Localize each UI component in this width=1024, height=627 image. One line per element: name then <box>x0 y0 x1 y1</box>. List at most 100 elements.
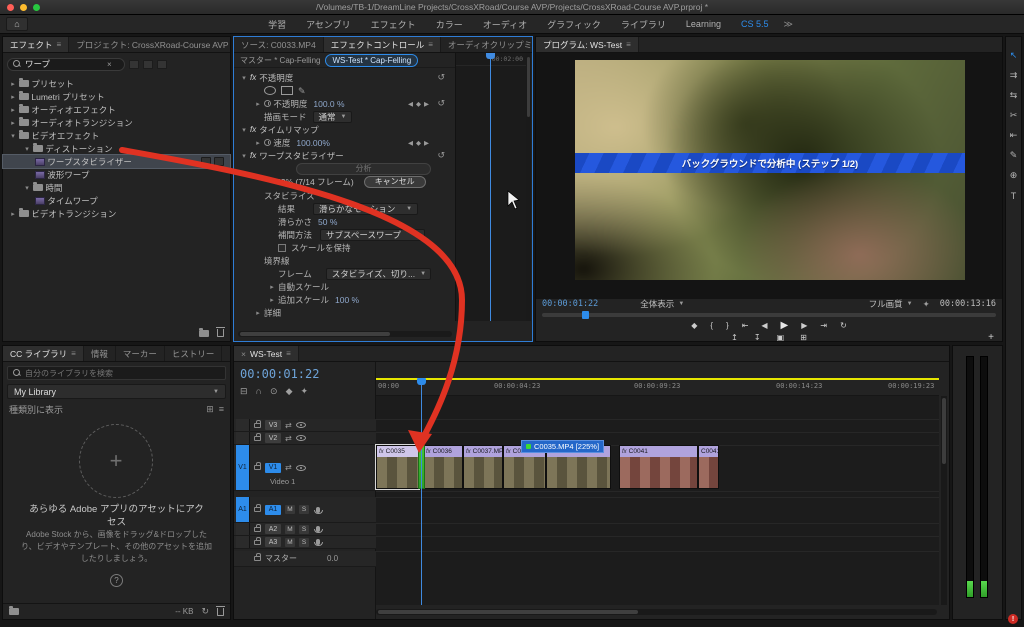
sync-lock-icon[interactable]: ⇄ <box>285 421 292 430</box>
playback-quality-dropdown[interactable]: フル画質 ▼ <box>869 298 913 310</box>
speed-property-row[interactable]: ▸ 速度 100.00% ◀ ◆ ▶ <box>234 136 455 149</box>
comparison-view-icon[interactable]: ⊞ <box>800 333 807 342</box>
toggle-animation-icon[interactable] <box>264 139 271 146</box>
settings-wrench-icon[interactable]: ✦ <box>923 299 930 310</box>
timeline-ruler[interactable]: 00:00 00:00:04:23 00:00:09:23 00:00:14:2… <box>376 362 939 396</box>
tab-markers[interactable]: マーカー <box>116 346 165 361</box>
library-search-box[interactable] <box>7 366 226 380</box>
track-lock-icon[interactable] <box>254 523 261 532</box>
tab-source-monitor[interactable]: ソース: C0033.MP4 <box>234 37 324 52</box>
track-target-a3[interactable]: A3 <box>265 537 281 547</box>
keyframe-nav[interactable]: ◀ ◆ ▶ <box>408 139 429 147</box>
tab-effect-controls[interactable]: エフェクトコントロール ≡ <box>323 37 441 52</box>
program-current-timecode[interactable]: 00:00:01:22 <box>542 299 598 309</box>
source-patch-v3[interactable] <box>236 419 250 431</box>
trash-icon[interactable] <box>216 605 225 616</box>
tab-effects[interactable]: エフェクト ≡ <box>3 37 70 52</box>
framing-dropdown[interactable]: スタビライズ、切り... ▼ <box>325 267 431 280</box>
smoothness-value[interactable]: 50 % <box>318 217 337 227</box>
tree-item-distortion[interactable]: ▾ ディストーション <box>3 142 230 155</box>
tree-item-wave-warp[interactable]: 波形ワープ <box>3 168 230 181</box>
tab-info[interactable]: 情報 <box>84 346 116 361</box>
source-patch-a1[interactable]: A1 <box>236 497 250 522</box>
track-lock-icon[interactable] <box>254 536 261 545</box>
lift-icon[interactable]: ↥ <box>731 333 738 342</box>
panel-menu-icon[interactable]: ≡ <box>57 40 62 49</box>
reset-effect-icon[interactable]: ↺ <box>437 150 445 161</box>
mute-track-button[interactable]: M <box>285 505 295 514</box>
mark-in-icon[interactable]: { <box>710 321 713 330</box>
tree-item-timewarp[interactable]: タイムワープ <box>3 194 230 207</box>
hand-tool-icon[interactable]: ⊕ <box>1007 169 1020 182</box>
panel-menu-icon[interactable]: ≡ <box>428 40 433 49</box>
toggle-animation-icon[interactable] <box>264 100 271 107</box>
list-view-icon[interactable]: ≡ <box>219 404 224 415</box>
solo-track-button[interactable]: S <box>299 524 309 534</box>
workspace-tab-graphics[interactable]: グラフィック <box>538 16 610 33</box>
twirl-right-icon[interactable]: ▸ <box>7 119 19 127</box>
autoscale-row[interactable]: ▸ 自動スケール <box>234 280 455 293</box>
sequence-clip-label[interactable]: WS-Test * Cap-Felling <box>325 53 419 67</box>
track-lock-icon[interactable] <box>254 553 261 561</box>
track-name-label[interactable]: Video 1 <box>270 477 295 486</box>
mark-out-icon[interactable]: } <box>726 321 729 330</box>
timeline-current-timecode[interactable]: 00:00:01:22 <box>240 367 319 381</box>
reset-icon[interactable]: ↺ <box>437 98 445 109</box>
source-patch-v1[interactable]: V1 <box>236 445 250 490</box>
voiceover-record-icon[interactable] <box>314 506 323 514</box>
close-window-icon[interactable] <box>7 4 14 11</box>
timeline-track-area[interactable]: fxC0035 fxC0036 fxC0037.MP fxC0038 fxC00… <box>375 396 939 605</box>
clip-c0036[interactable]: fx C0036 <box>423 445 463 489</box>
go-to-out-icon[interactable]: ⇥ <box>820 321 827 330</box>
vertical-scrollbar[interactable] <box>941 396 947 605</box>
clip-c0037[interactable]: fx C0037.MP <box>463 445 503 489</box>
tree-item-video-effects[interactable]: ▾ ビデオエフェクト <box>3 129 230 142</box>
tab-project[interactable]: プロジェクト: CrossXRoad-Course AVP <box>69 37 230 52</box>
minimize-window-icon[interactable] <box>20 4 27 11</box>
scrub-playhead[interactable] <box>582 311 589 319</box>
extract-icon[interactable]: ↧ <box>754 333 761 342</box>
mute-track-button[interactable]: M <box>285 537 295 547</box>
workspace-tab-learn[interactable]: 学習 <box>259 16 295 33</box>
effects-search-input[interactable]: × <box>7 57 125 71</box>
ellipse-mask-icon[interactable] <box>264 86 276 95</box>
track-lock-icon[interactable] <box>254 504 261 512</box>
blend-mode-dropdown[interactable]: 通常 ▼ <box>312 110 353 123</box>
track-select-forward-tool-icon[interactable]: ⇉ <box>1007 69 1020 82</box>
source-patch-v2[interactable] <box>236 432 250 444</box>
yuv-effects-filter-icon[interactable] <box>157 59 167 69</box>
extra-scale-value[interactable]: 100 % <box>335 295 359 305</box>
search-field[interactable] <box>25 59 103 69</box>
panel-menu-icon[interactable]: ≡ <box>286 349 291 358</box>
workspace-tab-libraries[interactable]: ライブラリ <box>612 16 675 33</box>
keyframe-lane[interactable]: 00:02:00 <box>455 53 526 321</box>
voiceover-record-icon[interactable] <box>314 539 323 546</box>
new-custom-bin-icon[interactable] <box>199 327 209 337</box>
grid-view-icon[interactable]: ⊞ <box>206 404 214 415</box>
export-frame-icon[interactable]: ▣ <box>777 333 785 342</box>
tree-item-presets[interactable]: ▸ プリセット <box>3 77 230 90</box>
twirl-down-icon[interactable]: ▾ <box>21 184 33 192</box>
toggle-track-output-icon[interactable] <box>295 422 306 428</box>
track-lock-icon[interactable] <box>254 432 261 441</box>
pen-mask-icon[interactable]: ✎ <box>298 86 306 96</box>
work-area-bar[interactable] <box>376 378 939 380</box>
keyframe-nav[interactable]: ◀ ◆ ▶ <box>408 100 429 108</box>
tree-item-video-transitions[interactable]: ▸ ビデオトランジション <box>3 207 230 220</box>
track-lock-icon[interactable] <box>254 419 261 428</box>
opacity-property-row[interactable]: ▸ 不透明度 100.0 % ◀ ◆ ▶ ↺ <box>234 97 455 110</box>
zoom-window-icon[interactable] <box>33 4 40 11</box>
track-target-v1[interactable]: V1 <box>265 462 281 473</box>
insert-overwrite-icon[interactable]: ⊟ <box>240 386 248 397</box>
delete-custom-item-icon[interactable] <box>216 327 225 337</box>
vertical-scrollbar[interactable] <box>526 53 531 321</box>
analyze-button[interactable]: 分析 <box>296 162 431 175</box>
workspace-tab-effects[interactable]: エフェクト <box>362 16 425 33</box>
sync-icon[interactable]: ↻ <box>201 606 209 617</box>
tree-item-time[interactable]: ▾ 時間 <box>3 181 230 194</box>
twirl-right-icon[interactable]: ▸ <box>7 93 19 101</box>
solo-track-button[interactable]: S <box>299 537 309 547</box>
track-target-v3[interactable]: V3 <box>265 420 281 430</box>
clip-c0041m[interactable]: C0041.M <box>698 445 719 489</box>
cancel-button[interactable]: キャンセル <box>363 175 426 188</box>
